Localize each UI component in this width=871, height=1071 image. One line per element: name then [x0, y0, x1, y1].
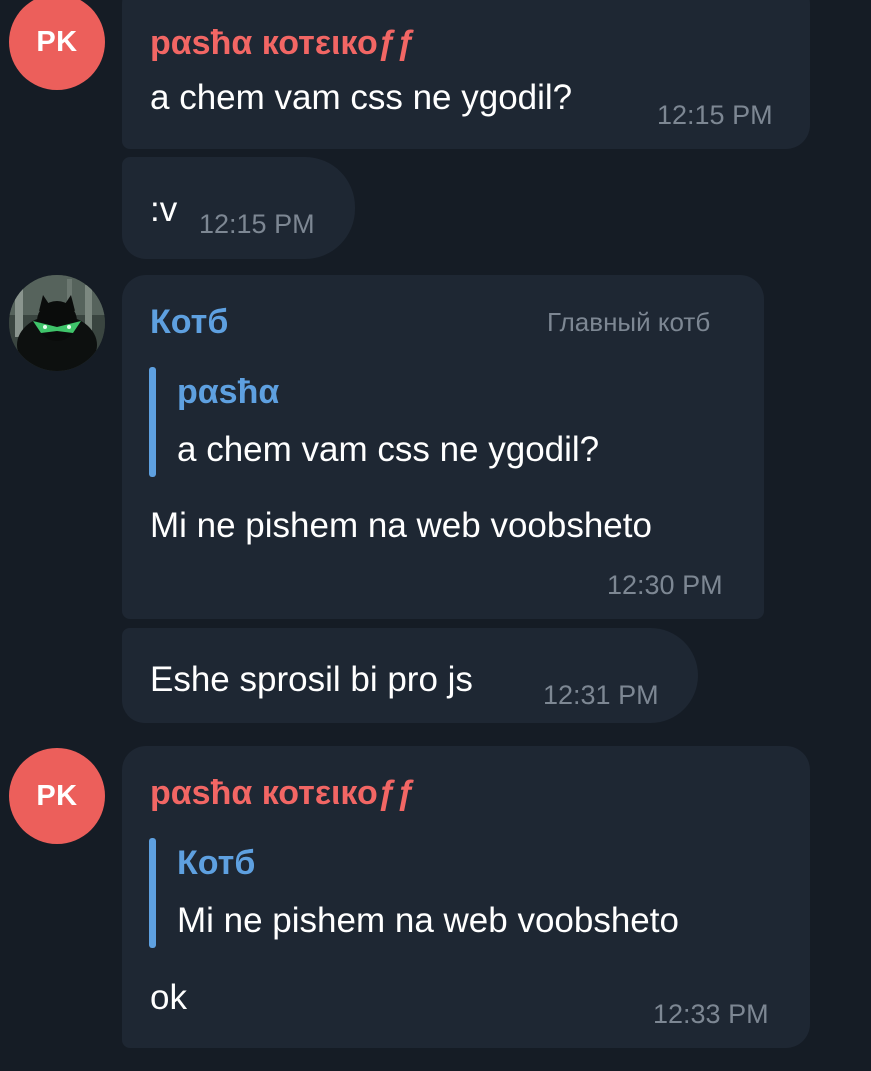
message-text: ok: [150, 978, 187, 1017]
sender-name[interactable]: Котб: [150, 303, 228, 342]
message-bubble[interactable]: рαѕħα котειкоƒƒ Котб Mi ne pishem na web…: [122, 746, 810, 1048]
message-time: 12:31 PM: [543, 680, 659, 710]
avatar-initials: PK: [36, 25, 78, 58]
admin-rank-label: Главный котб: [547, 307, 711, 337]
message-bubble[interactable]: Котб Главный котб рαѕħα a chem vam css n…: [122, 275, 764, 619]
avatar-kotb[interactable]: [9, 275, 105, 371]
message-time: 12:15 PM: [199, 209, 315, 239]
sender-name[interactable]: рαѕħα котειкоƒƒ: [150, 24, 416, 63]
message-bubble[interactable]: :v 12:15 PM: [122, 157, 355, 259]
message-time: 12:15 PM: [657, 100, 773, 130]
reply-bar: [149, 367, 156, 477]
cat-avatar-image: [9, 275, 105, 371]
reply-sender-name: рαѕħα: [177, 373, 280, 411]
message-text: a chem vam css ne ygodil?: [150, 78, 573, 117]
avatar-initials: PK: [36, 779, 78, 812]
message-bubble[interactable]: рαѕħα котειкоƒƒ a chem vam css ne ygodil…: [122, 0, 810, 149]
message-text: Eshe sprosil bi pro js: [150, 660, 473, 699]
message-text: :v: [150, 190, 178, 229]
message-text: Mi ne pishem na web voobsheto: [150, 506, 652, 545]
avatar-pasha[interactable]: PK: [9, 748, 105, 844]
reply-text: Mi ne pishem na web voobsheto: [177, 901, 679, 940]
reply-bar: [149, 838, 156, 948]
avatar-pasha[interactable]: PK: [9, 0, 105, 90]
message-time: 12:33 PM: [653, 999, 769, 1029]
message-bubble[interactable]: Eshe sprosil bi pro js 12:31 PM: [122, 628, 698, 723]
reply-sender-name: Котб: [177, 844, 256, 882]
message-time: 12:30 PM: [607, 570, 723, 600]
reply-text: a chem vam css ne ygodil?: [177, 430, 600, 469]
sender-name[interactable]: рαѕħα котειкоƒƒ: [150, 774, 416, 813]
